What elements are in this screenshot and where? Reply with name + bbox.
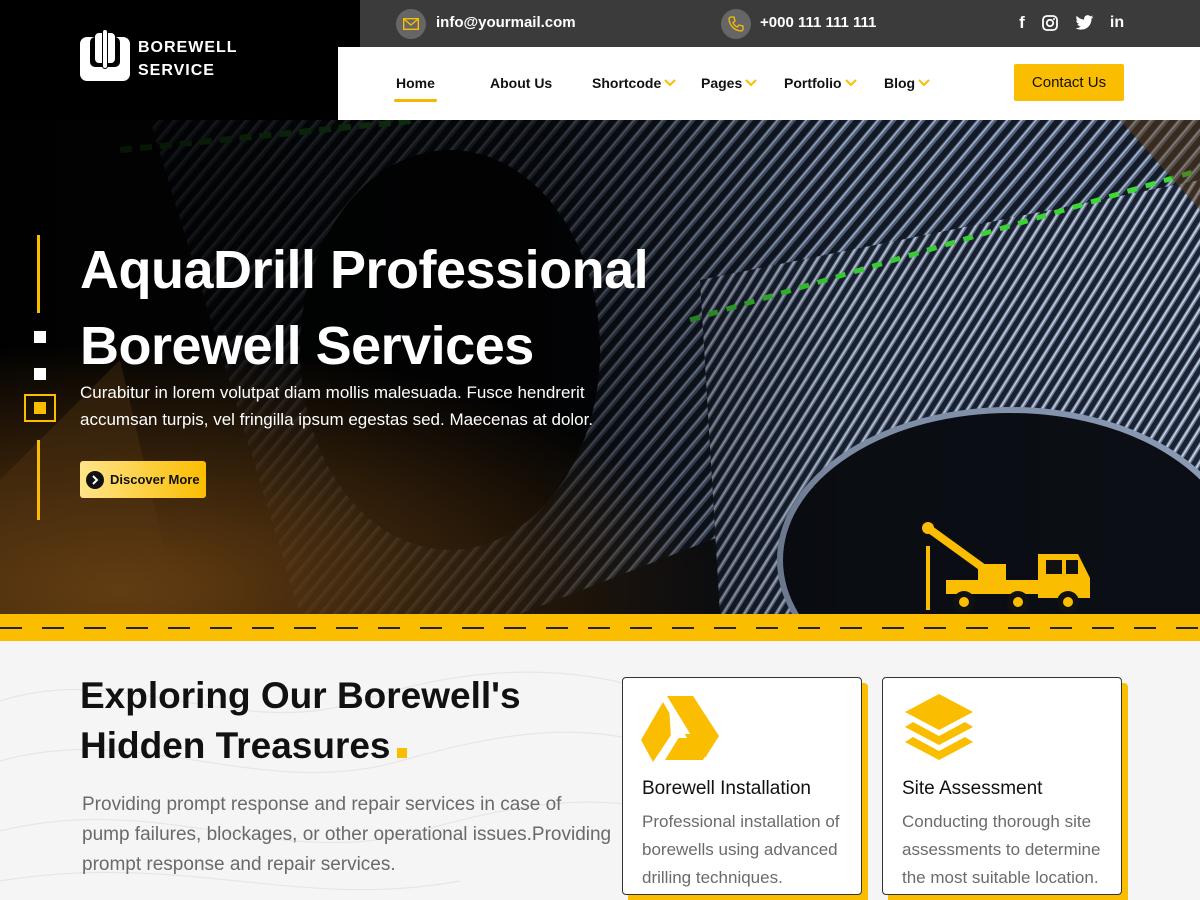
hero-description: Curabitur in lorem volutpat diam mollis … [80,383,594,429]
road-divider [0,614,1200,641]
chevron-down-icon [664,79,676,87]
chevron-down-icon [844,79,857,87]
arrow-right-icon [86,470,104,489]
facebook-icon[interactable]: f [1010,12,1034,34]
contact-us-button[interactable]: Contact Us [1014,64,1124,101]
drive-triangle-icon [641,696,719,762]
main-navigation: Home About Us Shortcode Pages Portfolio … [338,47,1200,120]
section-title: Exploring Our Borewell's Hidden Treasure… [80,675,521,766]
borewell-logo-icon [80,29,130,81]
nav-home[interactable]: Home [394,75,437,102]
contact-email[interactable]: info@yourmail.com [436,14,576,31]
instagram-icon[interactable] [1038,12,1062,34]
brand-name: BOREWELL SERVICE [138,39,238,79]
phone-icon [721,9,751,39]
linkedin-icon[interactable]: in [1105,12,1129,34]
hero-banner: AquaDrill Professional Borewell Services… [0,120,1200,614]
nav-pages[interactable]: Pages [701,75,758,91]
hero-title: AquaDrill Professional Borewell Services [80,240,649,376]
nav-shortcode[interactable]: Shortcode [592,75,677,91]
service-card-site-assessment[interactable]: Site Assessment Conducting thorough site… [882,677,1122,895]
services-section: Exploring Our Borewell's Hidden Treasure… [0,641,1200,900]
nav-portfolio[interactable]: Portfolio [784,75,858,91]
chevron-down-icon [918,79,930,87]
chevron-down-icon [745,79,757,87]
section-description: Providing prompt response and repair ser… [82,794,612,875]
contact-phone[interactable]: +000 111 111 111 [760,14,876,31]
card-title: Site Assessment [902,778,1043,799]
card-text: Professional installation of borewells u… [642,812,840,887]
top-bar: info@yourmail.com +000 111 111 111 f in [360,0,1200,47]
discover-more-button[interactable]: Discover More [80,461,206,498]
slide-indicator[interactable] [22,235,58,520]
accent-dot [396,748,407,758]
card-title: Borewell Installation [642,778,811,799]
crane-truck-icon [922,522,1090,613]
logo[interactable]: BOREWELL SERVICE [0,0,360,120]
nav-about-us[interactable]: About Us [490,75,552,91]
card-text: Conducting thorough site assessments to … [902,812,1101,887]
mail-icon [396,9,426,39]
nav-blog[interactable]: Blog [884,75,931,91]
layers-icon [905,694,973,760]
twitter-icon[interactable] [1072,12,1096,34]
service-card-borewell-installation[interactable]: Borewell Installation Professional insta… [622,677,862,895]
